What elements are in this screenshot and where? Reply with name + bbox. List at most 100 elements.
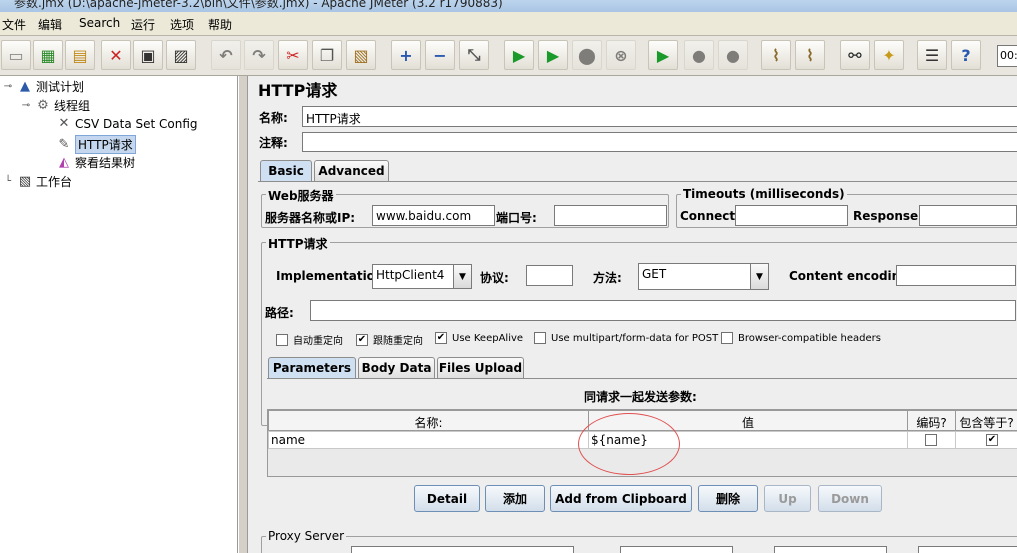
toggle-icon[interactable]: ⤡ (459, 40, 489, 70)
add-from-clipboard-button[interactable]: Add from Clipboard (550, 485, 692, 512)
remote-start-icon[interactable]: ▶ (648, 40, 678, 70)
auto-redirect-checkbox[interactable]: 自动重定向 (276, 332, 343, 347)
add-button[interactable]: 添加 (485, 485, 545, 512)
menu-run[interactable]: 运行 (131, 16, 155, 33)
undo-icon[interactable]: ↶ (211, 40, 241, 70)
remote-shutdown-icon[interactable]: ● (718, 40, 748, 70)
connect-timeout-input[interactable] (735, 205, 848, 226)
close-icon[interactable]: ✕ (101, 40, 131, 70)
param-encode-cell[interactable] (907, 431, 956, 449)
tree-node-thread-group[interactable]: ⊸ ⚙ 线程组 (20, 97, 90, 114)
tools-icon: ✕ (58, 116, 70, 131)
tree-node-http-request[interactable]: ✎ HTTP请求 (56, 135, 136, 154)
clear-all-icon[interactable]: ⌇ (795, 40, 825, 70)
check-icon[interactable]: ✔ (435, 332, 447, 344)
method-value: GET (642, 267, 667, 281)
check-icon[interactable]: ✔ (986, 434, 998, 446)
column-include-equals[interactable]: 包含等于? (955, 410, 1017, 431)
proxy-password-input[interactable] (918, 546, 1017, 553)
elapsed-timer: 00:0 (997, 45, 1017, 67)
method-select[interactable]: GET ▼ (638, 263, 769, 290)
path-label: 路径: (265, 306, 294, 320)
tree-node-result-tree[interactable]: ◭ 察看结果树 (56, 154, 135, 171)
clear-icon[interactable]: ⌇ (761, 40, 791, 70)
tree-label: 工作台 (36, 175, 73, 189)
browser-headers-checkbox[interactable]: Browser-compatible headers (721, 332, 881, 344)
split-divider[interactable] (238, 76, 248, 553)
method-label: 方法: (593, 271, 622, 285)
param-include-equals-cell[interactable]: ✔ (955, 431, 1017, 449)
start-icon[interactable]: ▶ (504, 40, 534, 70)
multipart-box[interactable] (534, 332, 546, 344)
menu-search[interactable]: Search (79, 16, 120, 30)
templates-icon[interactable]: ▦ (33, 40, 63, 70)
reset-search-icon[interactable]: ✦ (874, 40, 904, 70)
browser-headers-box[interactable] (721, 332, 733, 344)
help-icon[interactable]: ? (951, 40, 981, 70)
test-plan-tree: ⊸ ▲ 测试计划 ⊸ ⚙ 线程组 ✕ CSV Data Set Config ✎… (0, 76, 238, 553)
tab-basic[interactable]: Basic (260, 160, 312, 181)
tree-node-workbench[interactable]: └ ▧ 工作台 (2, 173, 72, 190)
paste-icon[interactable]: ▧ (346, 40, 376, 70)
remote-stop-icon[interactable]: ● (684, 40, 714, 70)
stop-icon[interactable]: ⬤ (572, 40, 602, 70)
path-input[interactable] (310, 300, 1016, 321)
copy-icon[interactable]: ❐ (312, 40, 342, 70)
auto-redirect-box[interactable] (276, 333, 288, 346)
down-button[interactable]: Down (818, 485, 882, 512)
tree-toggle-icon[interactable]: ⊸ (2, 79, 14, 95)
check-icon[interactable]: ✔ (356, 333, 368, 346)
delete-button[interactable]: 删除 (698, 485, 758, 512)
collapse-icon[interactable]: − (425, 40, 455, 70)
expand-icon[interactable]: + (391, 40, 421, 70)
proxy-host-input[interactable] (351, 546, 574, 553)
pipette-icon: ✎ (58, 136, 70, 152)
up-button[interactable]: Up (764, 485, 811, 512)
chevron-down-icon: ▼ (750, 264, 768, 289)
tab-files-upload[interactable]: Files Upload (437, 357, 524, 378)
save-as-icon[interactable]: ▨ (166, 40, 196, 70)
menu-file[interactable]: 文件 (2, 16, 26, 33)
column-name[interactable]: 名称: (268, 410, 589, 431)
column-encode[interactable]: 编码? (907, 410, 956, 431)
encode-checkbox[interactable] (925, 434, 937, 446)
protocol-input[interactable] (526, 265, 573, 286)
multipart-checkbox[interactable]: Use multipart/form-data for POST (534, 332, 718, 344)
menu-options[interactable]: 选项 (170, 16, 194, 33)
chevron-down-icon: ▼ (453, 265, 471, 288)
cut-icon[interactable]: ✂ (278, 40, 308, 70)
tab-parameters[interactable]: Parameters (268, 357, 356, 378)
open-icon[interactable]: ▤ (65, 40, 95, 70)
new-icon[interactable]: ▭ (1, 40, 31, 70)
menu-edit[interactable]: 编辑 (38, 16, 62, 33)
start-no-pauses-icon[interactable]: ▶ (538, 40, 568, 70)
comment-input[interactable] (302, 132, 1017, 152)
test-plan-icon: ▲ (20, 78, 30, 94)
proxy-port-input[interactable] (620, 546, 733, 553)
keepalive-checkbox[interactable]: ✔ Use KeepAlive (435, 332, 523, 344)
tree-toggle-icon[interactable]: ⊸ (20, 98, 32, 114)
implementation-select[interactable]: HttpClient4 ▼ (372, 264, 472, 289)
save-icon[interactable]: ▣ (133, 40, 163, 70)
proxy-username-input[interactable] (774, 546, 887, 553)
search-icon[interactable]: ⚯ (840, 40, 870, 70)
port-input[interactable] (554, 205, 667, 226)
function-helper-icon[interactable]: ☰ (917, 40, 947, 70)
param-name-cell[interactable]: name (268, 431, 589, 449)
tree-node-test-plan[interactable]: ⊸ ▲ 测试计划 (2, 78, 84, 95)
shutdown-icon[interactable]: ⊗ (606, 40, 636, 70)
server-input[interactable]: www.baidu.com (372, 205, 495, 226)
response-timeout-input[interactable] (919, 205, 1017, 226)
menu-help[interactable]: 帮助 (208, 16, 232, 33)
name-input[interactable]: HTTP请求 (302, 106, 1017, 127)
encoding-input[interactable] (896, 265, 1016, 286)
proxy-server-title: Proxy Server (266, 529, 347, 543)
tree-node-csv-config[interactable]: ✕ CSV Data Set Config (56, 116, 198, 132)
tab-advanced[interactable]: Advanced (314, 160, 389, 181)
redo-icon[interactable]: ↷ (244, 40, 274, 70)
tab-body-data[interactable]: Body Data (358, 357, 435, 378)
chart-icon: ◭ (59, 154, 69, 170)
follow-redirect-checkbox[interactable]: ✔ 跟随重定向 (356, 332, 423, 347)
annotation-circle (578, 413, 680, 475)
detail-button[interactable]: Detail (414, 485, 480, 512)
